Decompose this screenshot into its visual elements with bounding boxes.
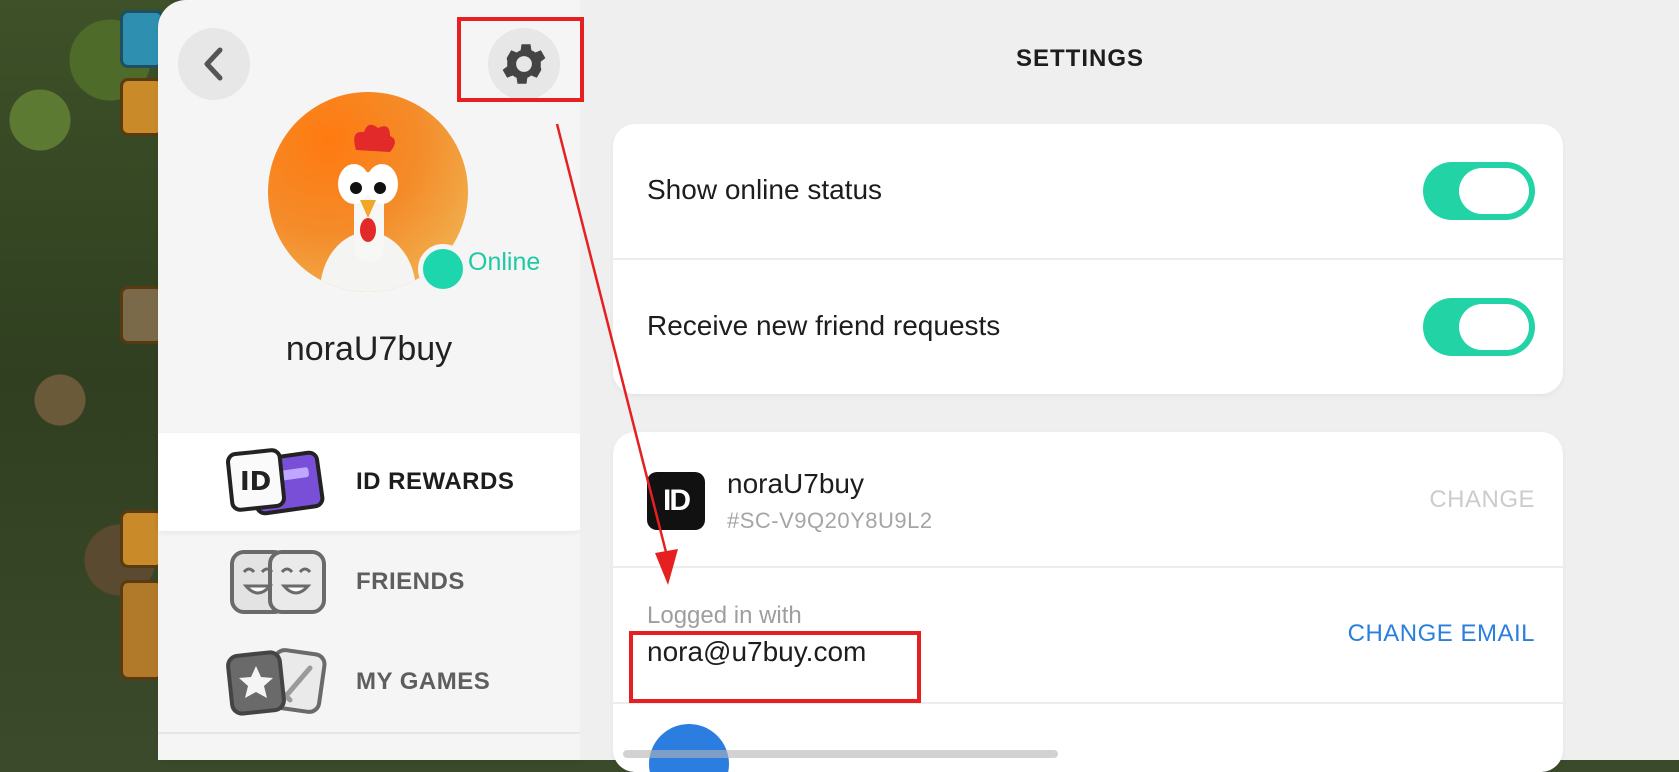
change-email-button[interactable]: CHANGE EMAIL: [1348, 620, 1535, 648]
svg-text:ID: ID: [240, 467, 271, 497]
chevron-left-icon: [204, 47, 223, 81]
toggle-knob: [1459, 304, 1529, 350]
menu-label-my-games: MY GAMES: [356, 668, 491, 695]
friend-requests-toggle[interactable]: [1423, 298, 1535, 356]
email-highlight-box: [629, 631, 921, 703]
online-status-label: Online: [468, 248, 541, 276]
game-background: [0, 0, 170, 760]
menu-divider: [158, 732, 580, 734]
account-name: noraU7buy: [727, 468, 864, 499]
setting-label-friend-requests: Receive new friend requests: [647, 310, 1001, 341]
online-status-indicator: [418, 244, 468, 294]
account-tag: #SC-V9Q20Y8U9L2: [727, 508, 933, 533]
menu-item-friends[interactable]: FRIENDS: [158, 533, 588, 631]
menu-item-my-games[interactable]: MY GAMES: [158, 633, 588, 731]
gear-highlight-box: [457, 17, 584, 102]
change-name-button[interactable]: CHANGE: [1429, 486, 1535, 514]
menu-item-id-rewards[interactable]: ID ID REWARDS: [158, 433, 588, 531]
profile-username: noraU7buy: [285, 330, 453, 368]
setting-label-online-status: Show online status: [647, 174, 883, 205]
toggle-knob: [1459, 168, 1529, 214]
account-provider-icon: [649, 724, 729, 772]
id-card-icon: ID: [226, 448, 325, 516]
privacy-settings-card: Show online status Receive new friend re…: [613, 124, 1563, 394]
friends-faces-icon: [230, 550, 326, 614]
page-title: SETTINGS: [1015, 45, 1144, 72]
setting-row-friend-requests: Receive new friend requests: [613, 260, 1563, 394]
horizontal-scrollbar[interactable]: [623, 750, 1058, 758]
back-button[interactable]: [178, 28, 250, 100]
star-sword-icon: [226, 648, 327, 716]
profile-panel: Online noraU7buy ID ID REWARDS FRIENDS M…: [158, 0, 588, 760]
account-card: ID noraU7buy #SC-V9Q20Y8U9L2 CHANGE Logg…: [613, 432, 1563, 772]
menu-label-id-rewards: ID REWARDS: [356, 468, 515, 495]
account-id-row: ID noraU7buy #SC-V9Q20Y8U9L2 CHANGE: [613, 432, 1563, 568]
next-setting-row: [613, 704, 1563, 772]
setting-row-online-status: Show online status: [613, 124, 1563, 260]
supercell-id-icon: ID: [647, 472, 705, 530]
logged-in-label: Logged in with: [647, 602, 802, 629]
online-status-toggle[interactable]: [1423, 162, 1535, 220]
menu-label-friends: FRIENDS: [356, 568, 465, 595]
